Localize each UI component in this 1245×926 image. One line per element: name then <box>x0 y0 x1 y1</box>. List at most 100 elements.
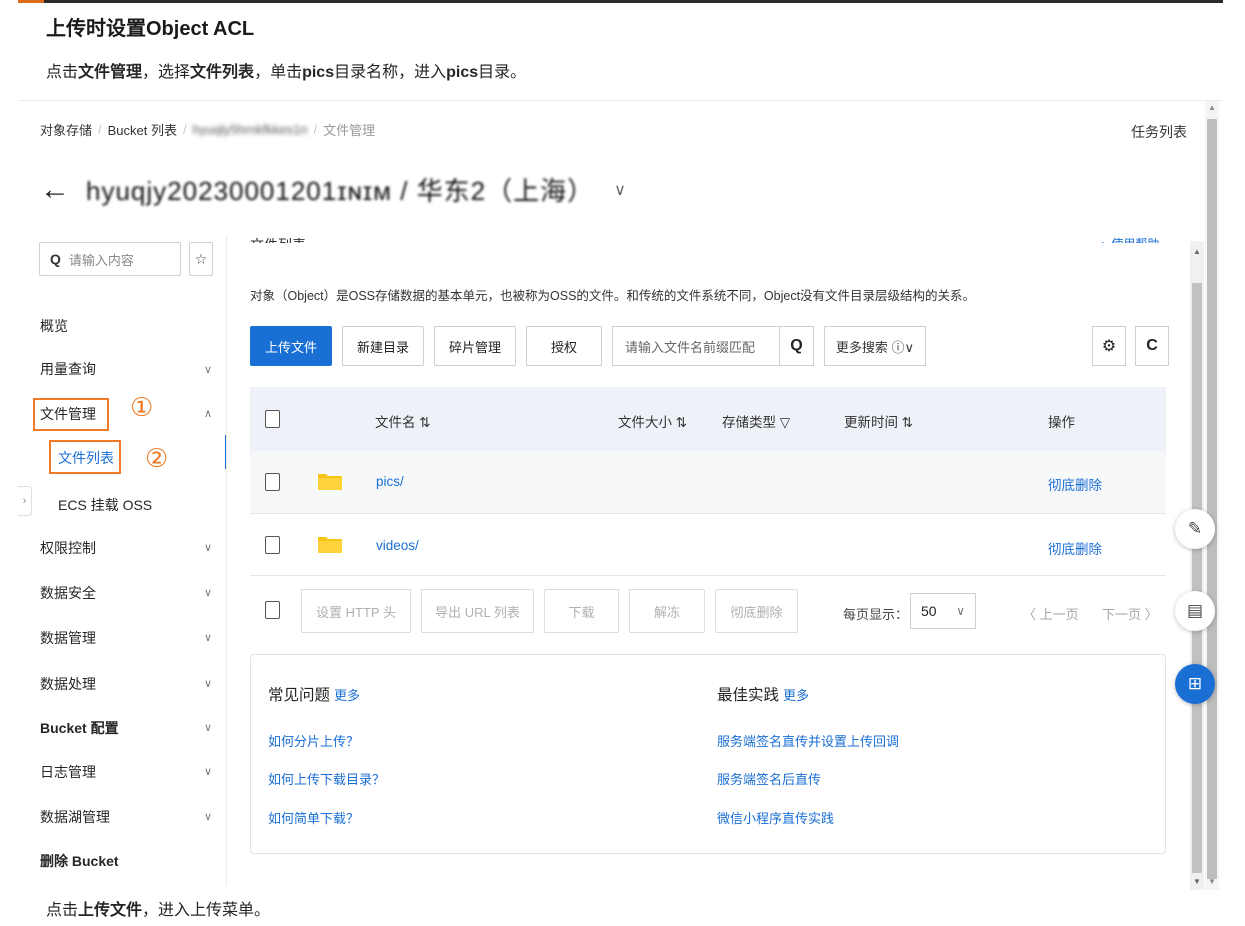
chevron-up-icon: ∧ <box>204 408 213 420</box>
collapse-sidebar-icon[interactable]: › <box>18 486 32 516</box>
doc-instruction-2: 点击上传文件，进入上传菜单。 <box>46 896 270 920</box>
breadcrumb-item-bucket-list[interactable]: Bucket 列表 <box>108 120 177 139</box>
page-top-accent <box>18 0 44 3</box>
chat-icon[interactable]: ▤ <box>1175 591 1215 631</box>
annotation-box-file-list <box>49 440 121 474</box>
export-url-list-button[interactable]: 导出 URL 列表 <box>421 589 534 633</box>
unfreeze-button[interactable]: 解冻 <box>629 589 705 633</box>
doc-heading: 上传时设置Object ACL <box>46 18 255 40</box>
column-header-actions: 操作 <box>1048 415 1075 430</box>
sidebar-item-delete-bucket[interactable]: 删除 Bucket <box>40 851 119 871</box>
sidebar-search-input[interactable]: Q 请输入内容 <box>39 242 181 276</box>
sidebar-item-access-control[interactable]: 权限控制 <box>40 538 96 558</box>
folder-icon <box>318 474 342 490</box>
best-practice-link[interactable]: 微信小程序直传实践 <box>717 808 834 827</box>
row-checkbox[interactable] <box>265 536 280 554</box>
chevron-down-icon: ∨ <box>204 766 213 778</box>
breadcrumb-item-current: 文件管理 <box>323 123 376 138</box>
next-page-button[interactable]: 下一页 〉 <box>1102 604 1158 623</box>
bold-text: pics <box>446 64 479 81</box>
best-practice-link[interactable]: 服务端签名后直传 <box>717 769 821 788</box>
select-all-checkbox[interactable] <box>265 410 280 428</box>
refresh-icon[interactable]: C <box>1135 326 1169 366</box>
bold-text: 文件管理 <box>78 64 143 81</box>
faq-link[interactable]: 如何分片上传？ <box>268 731 359 750</box>
sidebar-item-data-processing[interactable]: 数据处理 <box>40 674 96 694</box>
per-page-select[interactable]: 50 ∨ <box>910 593 976 629</box>
file-search-input[interactable]: 请输入文件名前缀匹配 Q <box>612 326 814 366</box>
console-screenshot: 对象存储 / Bucket 列表 / hyuqly5hrnkfkkes1n / … <box>18 100 1222 890</box>
object-description: 对象（Object）是OSS存储数据的基本单元，也被称为OSS的文件。和传统的文… <box>250 289 976 303</box>
scroll-down-arrow-icon[interactable]: ▼ <box>1193 877 1201 886</box>
file-search-placeholder: 请输入文件名前缀匹配 <box>625 339 756 355</box>
row-checkbox[interactable] <box>265 473 280 491</box>
bulk-select-checkbox[interactable] <box>265 601 280 619</box>
scroll-up-arrow-icon[interactable]: ▲ <box>1193 247 1201 256</box>
text: ，选择 <box>142 64 191 81</box>
sidebar-divider <box>226 236 227 886</box>
chevron-down-icon: ∨ <box>204 678 213 690</box>
sidebar-item-data-security[interactable]: 数据安全 <box>40 583 96 603</box>
search-placeholder: 请输入内容 <box>68 252 134 268</box>
breadcrumb-item-oss[interactable]: 对象存储 <box>40 120 92 139</box>
text: 点击 <box>46 64 79 81</box>
chevron-down-icon: ∨ <box>204 632 213 644</box>
bold-text: 文件列表 <box>190 64 255 81</box>
prev-page-button[interactable]: 〈 上一页 <box>1023 604 1079 623</box>
new-directory-button[interactable]: 新建目录 <box>342 326 424 366</box>
text: 点击 <box>46 902 79 919</box>
breadcrumb-item-bucket[interactable]: hyuqly5hrnkfkkes1n <box>193 122 308 137</box>
scroll-up-arrow-icon[interactable]: ▲ <box>1208 103 1216 112</box>
page-scroll-thumb[interactable] <box>1207 119 1217 879</box>
chevron-down-icon[interactable]: ∨ <box>614 180 626 200</box>
help-link[interactable]: ▸ 使用帮助 <box>1102 235 1159 243</box>
sidebar-item-bucket-config[interactable]: Bucket 配置 <box>40 718 119 738</box>
content-scroll-thumb[interactable] <box>1192 283 1202 873</box>
download-button[interactable]: 下载 <box>544 589 619 633</box>
folder-link-pics[interactable]: pics/ <box>376 474 404 489</box>
sidebar-item-data-management[interactable]: 数据管理 <box>40 628 96 648</box>
search-icon[interactable]: Q <box>779 327 813 365</box>
breadcrumb: 对象存储 / Bucket 列表 / hyuqly5hrnkfkkes1n / … <box>40 120 375 139</box>
delete-permanently-link[interactable]: 彻底删除 <box>1048 474 1102 494</box>
section-title: 文件列表 ▬ <box>250 235 324 243</box>
column-header-filename[interactable]: 文件名 ⇅ <box>375 411 431 431</box>
text: ，进入上传菜单。 <box>142 902 271 919</box>
sidebar-item-overview[interactable]: 概览 <box>40 316 68 336</box>
faq-link[interactable]: 如何上传下载目录？ <box>268 769 385 788</box>
column-header-size[interactable]: 文件大小 ⇅ <box>618 411 687 431</box>
settings-gear-icon[interactable]: ⚙ <box>1092 326 1126 366</box>
star-icon[interactable]: ☆ <box>189 242 213 276</box>
chevron-down-icon: ∨ <box>204 811 213 823</box>
upload-file-button[interactable]: 上传文件 <box>250 326 332 366</box>
more-search-dropdown[interactable]: 更多搜索 ⓘ∨ <box>824 326 926 366</box>
faq-link[interactable]: 如何简单下载？ <box>268 808 359 827</box>
set-http-header-button[interactable]: 设置 HTTP 头 <box>301 589 411 633</box>
edit-icon[interactable]: ✎ <box>1175 509 1215 549</box>
bold-text: pics <box>302 64 335 81</box>
folder-icon <box>318 537 342 553</box>
best-practice-more-link[interactable]: 更多 <box>783 685 809 704</box>
sidebar-item-data-lake[interactable]: 数据湖管理 <box>40 807 110 827</box>
fragment-management-button[interactable]: 碎片管理 <box>434 326 516 366</box>
page-title: hyuqjy20230001201ɪɴɪᴍ / 华东2（上海） <box>86 176 595 206</box>
faq-more-link[interactable]: 更多 <box>334 685 360 704</box>
authorize-button[interactable]: 授权 <box>526 326 602 366</box>
apps-icon[interactable]: ⊞ <box>1175 664 1215 704</box>
sidebar-item-usage[interactable]: 用量查询 <box>40 359 96 379</box>
bulk-delete-button[interactable]: 彻底删除 <box>715 589 798 633</box>
breadcrumb-separator: / <box>313 122 318 137</box>
chevron-down-icon: ∨ <box>204 364 213 376</box>
breadcrumb-separator: / <box>98 122 102 137</box>
sidebar-item-ecs-mount[interactable]: ECS 挂载 OSS <box>58 495 152 515</box>
delete-permanently-link[interactable]: 彻底删除 <box>1048 538 1102 558</box>
column-header-updated[interactable]: 更新时间 ⇅ <box>844 411 913 431</box>
back-arrow-icon[interactable]: ← <box>40 174 70 205</box>
best-practice-link[interactable]: 服务端签名直传并设置上传回调 <box>717 731 899 750</box>
folder-link-videos[interactable]: videos/ <box>376 538 419 553</box>
search-icon: Q <box>50 251 61 267</box>
task-list-link[interactable]: 任务列表 <box>1131 122 1187 142</box>
sidebar-item-log-management[interactable]: 日志管理 <box>40 762 96 782</box>
text: ，单击 <box>254 64 303 81</box>
column-header-storage-type[interactable]: 存储类型 ▽ <box>722 411 790 431</box>
